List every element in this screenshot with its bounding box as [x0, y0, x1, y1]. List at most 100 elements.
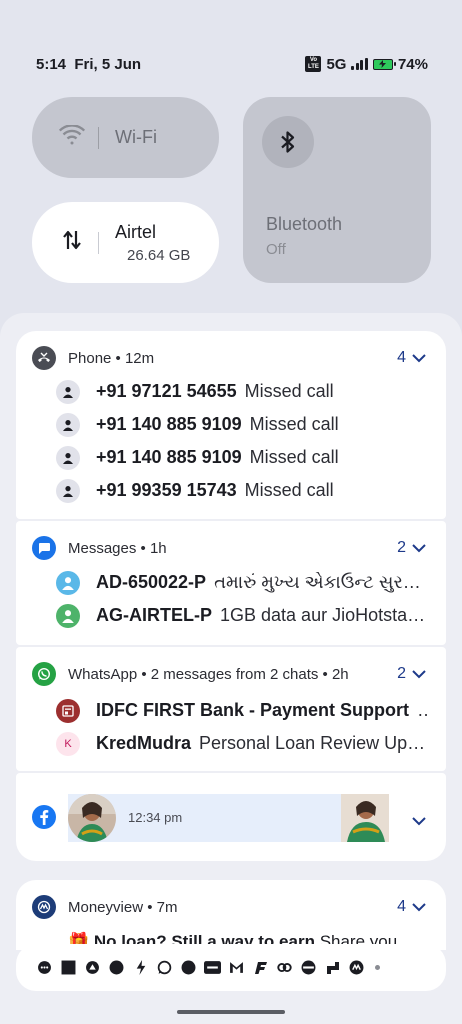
caller-number: +91 140 885 9109 — [96, 414, 242, 434]
person-icon — [56, 603, 80, 628]
whatsapp-icon — [32, 662, 56, 686]
carrier-name: Airtel — [115, 221, 157, 242]
expand-button[interactable]: 2 — [397, 539, 426, 557]
media-preview[interactable]: 12:34 pm — [68, 794, 389, 842]
list-item[interactable]: K KredMudra Personal Loan Review Up… — [56, 727, 430, 760]
notification-count: 4 — [397, 898, 406, 915]
notification-count: 4 — [397, 349, 406, 366]
whatsapp-notification[interactable]: WhatsApp • 2 messages from 2 chats • 2h … — [16, 647, 446, 771]
f-app-icon — [252, 959, 269, 976]
moneyview-icon — [32, 895, 56, 919]
gmail-icon — [228, 959, 245, 976]
app-header-text: Moneyview • 7m — [68, 898, 178, 916]
sender-name: AD-650022-P — [96, 572, 207, 592]
wifi-label: Wi-Fi — [115, 127, 157, 147]
list-item[interactable]: IDFC FIRST Bank - Payment Support … — [56, 694, 430, 727]
moneyview-notification[interactable]: Moneyview • 7m 4 🎁 No loan? Still a way … — [16, 880, 446, 950]
swap-vert-icon — [52, 229, 92, 257]
list-item[interactable]: +91 140 885 9109 Missed call — [56, 408, 430, 441]
notification-header: Messages • 1h 2 — [32, 536, 426, 560]
bank-avatar — [56, 698, 80, 723]
caller-number: +91 99359 15743 — [96, 480, 237, 500]
chat-bubble-icon — [36, 959, 53, 976]
time-date: 5:14 Fri, 5 Jun — [36, 55, 142, 73]
list-item[interactable]: AG-AIRTEL-P 1GB data aur JioHotsta… — [56, 599, 430, 632]
app-header-text: Phone • 12m — [68, 349, 155, 367]
chevron-down-icon — [412, 817, 426, 826]
post-time: 12:34 pm — [128, 810, 183, 825]
moneyview-icon — [348, 959, 365, 976]
list-item[interactable]: +91 99359 15743 Missed call — [56, 474, 430, 507]
badge-app-icon — [204, 959, 221, 976]
battery-percent: 74% — [397, 55, 428, 73]
link-app-icon — [276, 959, 293, 976]
expand-button[interactable]: 2 — [397, 665, 426, 683]
whatsapp-icon — [156, 959, 173, 976]
wifi-icon — [52, 123, 92, 151]
tile-divider — [98, 126, 99, 149]
person-icon — [56, 445, 80, 470]
chat-name: KredMudra — [96, 733, 192, 753]
notification-header: Moneyview • 7m 4 — [32, 895, 426, 919]
call-status: Missed call — [244, 381, 334, 401]
circle-app-icon — [180, 959, 197, 976]
phone-notification[interactable]: Phone • 12m 4 +91 97121 54655 Missed cal… — [16, 331, 446, 519]
avatar — [68, 794, 116, 842]
person-icon — [56, 379, 80, 404]
expand-button[interactable]: 4 — [397, 898, 426, 916]
avatar: K — [56, 731, 80, 756]
bluetooth-tile[interactable]: Bluetooth Off — [243, 97, 431, 283]
bolt-app-icon — [132, 959, 149, 976]
chevron-down-icon — [412, 902, 426, 911]
messages-notification[interactable]: Messages • 1h 2 AD-650022-P તમારું મુખ્ય… — [16, 521, 446, 645]
chevron-down-icon — [412, 353, 426, 362]
notification-count: 2 — [397, 539, 406, 556]
globe-app-icon — [300, 959, 317, 976]
chevron-down-icon — [412, 543, 426, 552]
person-icon — [56, 478, 80, 503]
list-item[interactable]: +91 140 885 9109 Missed call — [56, 441, 430, 474]
facebook-notification[interactable]: 12:34 pm — [16, 773, 446, 861]
bluetooth-state: Off — [266, 241, 286, 258]
app-header-text: Messages • 1h — [68, 539, 167, 557]
navigation-handle[interactable] — [177, 1010, 285, 1014]
notification-icon-tray[interactable] — [16, 944, 446, 991]
notification-count: 2 — [397, 665, 406, 682]
call-status: Missed call — [249, 414, 339, 434]
mobile-data-text: Airtel 26.64 GB — [115, 222, 190, 264]
square-app-icon — [60, 959, 77, 976]
list-item[interactable]: +91 97121 54655 Missed call — [56, 375, 430, 408]
bank-app-icon — [84, 959, 101, 976]
facebook-icon — [32, 805, 56, 829]
app-header-text: WhatsApp • 2 messages from 2 chats • 2h — [68, 665, 349, 683]
person-icon — [56, 570, 80, 595]
post-thumbnail — [341, 794, 389, 842]
tile-divider — [98, 231, 99, 254]
sender-name: AG-AIRTEL-P — [96, 605, 212, 625]
volte-icon: Vo LTE — [305, 56, 322, 72]
more-indicator-icon — [375, 965, 380, 970]
expand-button[interactable] — [412, 813, 426, 831]
notification-header: WhatsApp • 2 messages from 2 chats • 2h … — [32, 662, 426, 686]
chevron-down-icon — [412, 669, 426, 678]
circle-app-icon — [108, 959, 125, 976]
bluetooth-icon[interactable] — [262, 116, 314, 168]
call-status: Missed call — [244, 480, 334, 500]
battery-icon — [372, 58, 396, 70]
arrow-app-icon — [324, 959, 341, 976]
caller-number: +91 140 885 9109 — [96, 447, 242, 467]
chat-name: IDFC FIRST Bank - Payment Support — [96, 700, 410, 720]
network-type: 5G — [326, 55, 347, 73]
expand-button[interactable]: 4 — [397, 349, 426, 367]
notification-header: Phone • 12m 4 — [32, 346, 426, 370]
wifi-tile[interactable]: Wi-Fi — [32, 97, 219, 178]
list-item[interactable]: AD-650022-P તમારું મુખ્ય એકાઉન્ટ સુરક્ષિ… — [56, 566, 430, 599]
data-usage: 26.64 GB — [127, 246, 191, 264]
mobile-data-tile[interactable]: Airtel 26.64 GB — [32, 202, 219, 283]
bluetooth-label: Bluetooth — [266, 214, 343, 234]
message-preview: … — [417, 700, 430, 721]
message-preview: તમારું મુખ્ય એકાઉન્ટ સુરક્ષિત… — [214, 572, 430, 592]
status-icons: Vo LTE 5G 74% — [305, 56, 428, 73]
message-preview: Personal Loan Review Up… — [199, 733, 426, 753]
message-preview: 1GB data aur JioHotsta… — [220, 605, 426, 625]
